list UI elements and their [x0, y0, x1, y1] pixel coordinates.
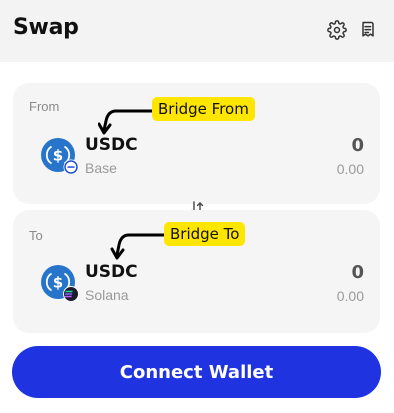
from-usd-value: 0.00	[336, 161, 364, 177]
gear-icon[interactable]	[327, 20, 347, 40]
from-token-symbol: USDC	[85, 135, 138, 155]
from-chain-name: Base	[85, 160, 117, 176]
from-amount-input[interactable]: 0	[244, 135, 364, 156]
receipt-icon[interactable]	[358, 20, 378, 40]
to-chain-name: Solana	[85, 287, 129, 303]
bridge-to-annotation: Bridge To	[164, 222, 246, 246]
annotation-arrow-to	[110, 233, 167, 260]
to-token-symbol: USDC	[85, 262, 138, 282]
solana-chain-icon	[63, 286, 79, 302]
connect-wallet-button[interactable]: Connect Wallet	[12, 346, 381, 398]
to-amount-output: 0	[351, 262, 364, 283]
svg-text:$: $	[53, 274, 63, 292]
annotation-arrow-from	[98, 109, 154, 135]
from-label: From	[29, 99, 60, 114]
to-token-selector[interactable]: $ USDC Solana	[41, 258, 191, 306]
from-token-selector[interactable]: $ USDC Base	[41, 131, 191, 179]
to-usd-value: 0.00	[336, 288, 364, 304]
to-label: To	[29, 228, 43, 243]
base-chain-icon	[63, 159, 79, 175]
page-title: Swap	[13, 15, 79, 40]
bridge-from-annotation: Bridge From	[152, 97, 255, 121]
svg-text:$: $	[53, 147, 63, 165]
